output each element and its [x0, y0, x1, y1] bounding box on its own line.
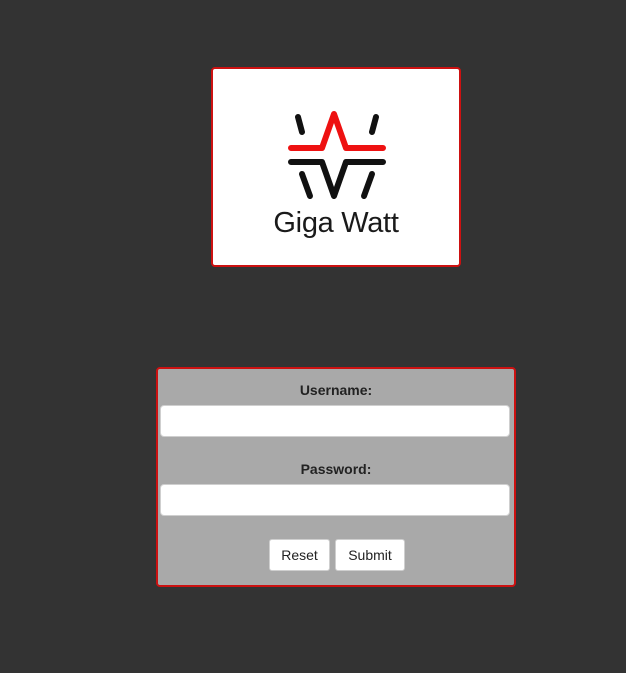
username-input[interactable] — [160, 405, 510, 437]
submit-button[interactable]: Submit — [335, 539, 405, 571]
logo-card: Giga Watt — [211, 67, 461, 267]
username-label: Username: — [299, 382, 373, 398]
password-input[interactable] — [160, 484, 510, 516]
password-label: Password: — [300, 461, 372, 477]
logo-text: Giga Watt — [273, 207, 399, 239]
giga-watt-logo-icon — [288, 111, 386, 199]
login-form: Username: Password: Reset Submit — [156, 367, 516, 587]
reset-button[interactable]: Reset — [269, 539, 330, 571]
